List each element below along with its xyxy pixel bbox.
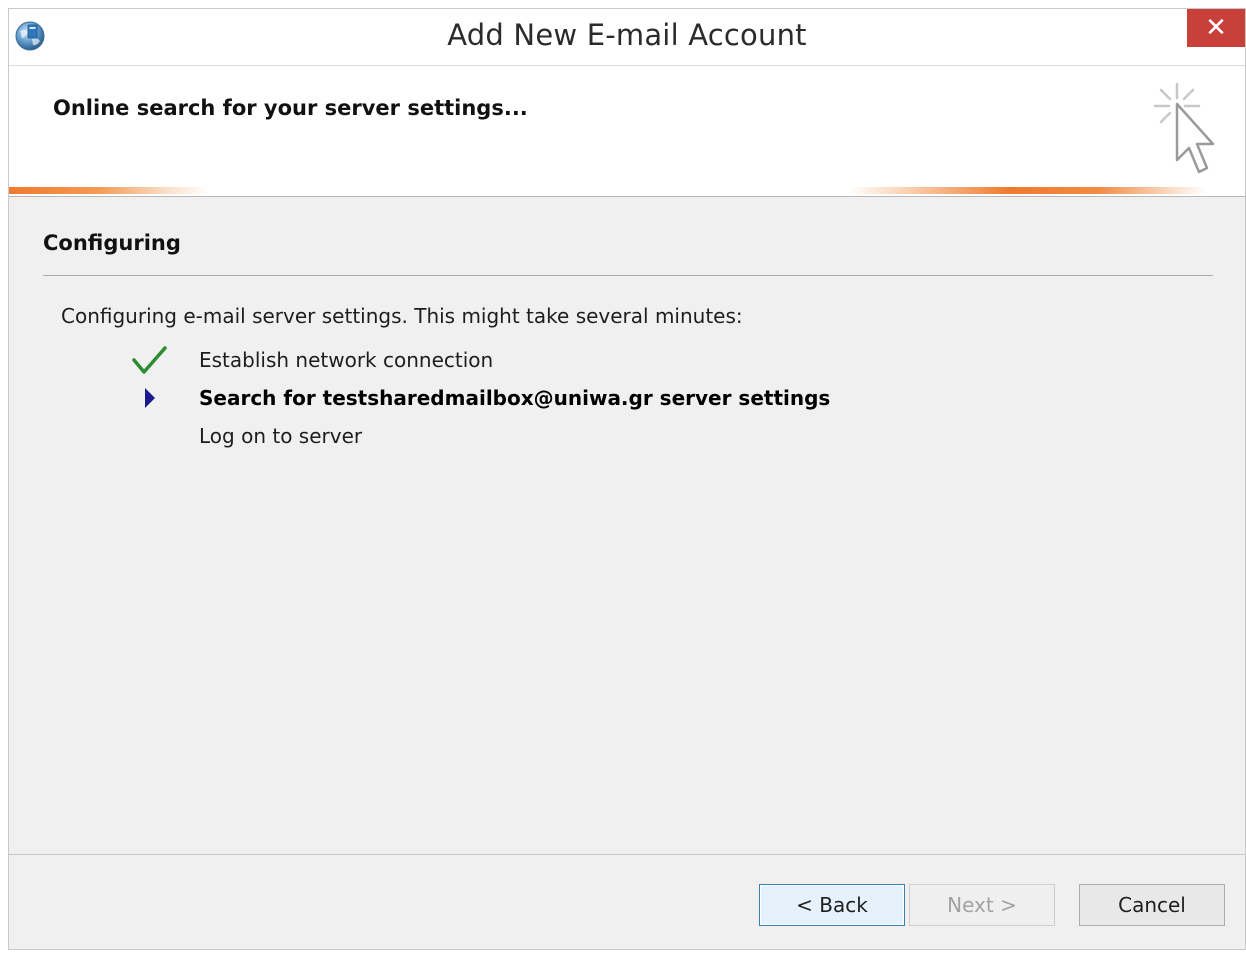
- section-title: Configuring: [43, 231, 181, 255]
- footer-divider: [9, 854, 1245, 855]
- title-bar: Add New E-mail Account ✕: [9, 9, 1245, 66]
- close-button[interactable]: ✕: [1187, 9, 1245, 47]
- progress-glow-left: [9, 187, 209, 194]
- step-label-active: Search for testsharedmailbox@uniwa.gr se…: [199, 386, 831, 410]
- next-button[interactable]: Next >: [909, 884, 1055, 926]
- check-icon: [129, 344, 169, 376]
- progress-glow-right: [849, 187, 1205, 194]
- step-establish-connection: Establish network connection: [129, 344, 493, 376]
- wizard-header: Online search for your server settings..…: [9, 66, 1245, 197]
- intro-text: Configuring e-mail server settings. This…: [61, 304, 743, 328]
- cursor-click-icon: [1153, 82, 1215, 174]
- step-label: Log on to server: [199, 424, 363, 448]
- window-title: Add New E-mail Account: [447, 18, 807, 52]
- step-placeholder: [129, 420, 169, 452]
- section-divider: [43, 275, 1213, 276]
- step-label: Establish network connection: [199, 348, 494, 372]
- back-button[interactable]: < Back: [759, 884, 905, 926]
- arrow-right-icon: [129, 382, 169, 414]
- add-email-account-dialog: Add New E-mail Account ✕ Online search f…: [8, 8, 1246, 950]
- step-search-settings: Search for testsharedmailbox@uniwa.gr se…: [129, 382, 830, 414]
- step-log-on: Log on to server: [129, 420, 362, 452]
- cancel-button[interactable]: Cancel: [1079, 884, 1225, 926]
- header-title: Online search for your server settings..…: [53, 96, 528, 120]
